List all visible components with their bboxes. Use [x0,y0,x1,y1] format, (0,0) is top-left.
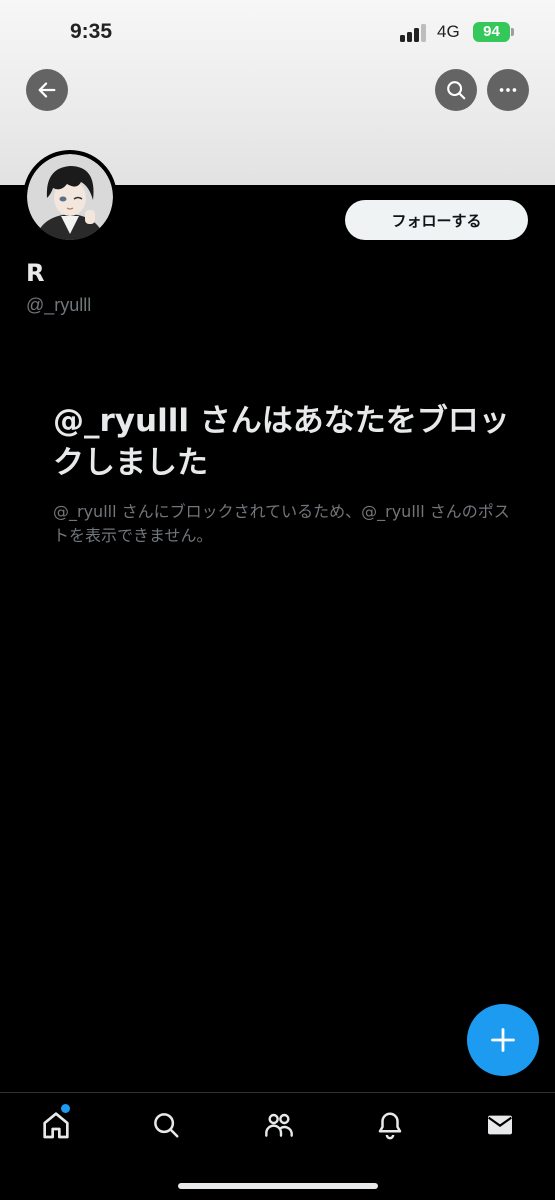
plus-icon [491,1028,515,1052]
user-handle: @_ryulll [26,295,92,315]
home-notification-badge [61,1104,70,1113]
blocked-description: @_ryulll さんにブロックされているため、@_ryulll さんのポストを… [53,502,510,545]
display-name: R [26,259,45,287]
follow-button[interactable]: フォローする [345,200,528,240]
home-indicator [178,1183,378,1189]
arrow-left-icon [38,82,56,98]
search-icon [154,1113,179,1138]
envelope-icon [488,1115,512,1135]
tab-home[interactable] [38,1107,74,1143]
avatar-image [27,154,113,240]
tab-communities[interactable] [261,1107,297,1143]
battery-level: 94 [473,22,510,42]
battery-icon [511,28,514,36]
tab-search[interactable] [148,1107,184,1143]
cellular-signal-icon [400,24,428,42]
more-button[interactable] [487,69,529,111]
tab-messages[interactable] [482,1107,518,1143]
bell-icon [378,1112,402,1140]
avatar[interactable] [23,150,117,244]
people-icon [265,1113,293,1137]
more-horizontal-icon [499,88,517,92]
search-icon [447,81,466,100]
tab-notifications[interactable] [372,1107,408,1143]
compose-post-button[interactable] [467,1004,539,1076]
home-icon [43,1112,69,1139]
network-type: 4G [437,22,460,41]
back-button[interactable] [26,69,68,111]
search-button[interactable] [435,69,477,111]
blocked-title: @_ryulll さんはあなたをブロックしました [53,403,510,481]
status-time: 9:35 [70,20,113,43]
